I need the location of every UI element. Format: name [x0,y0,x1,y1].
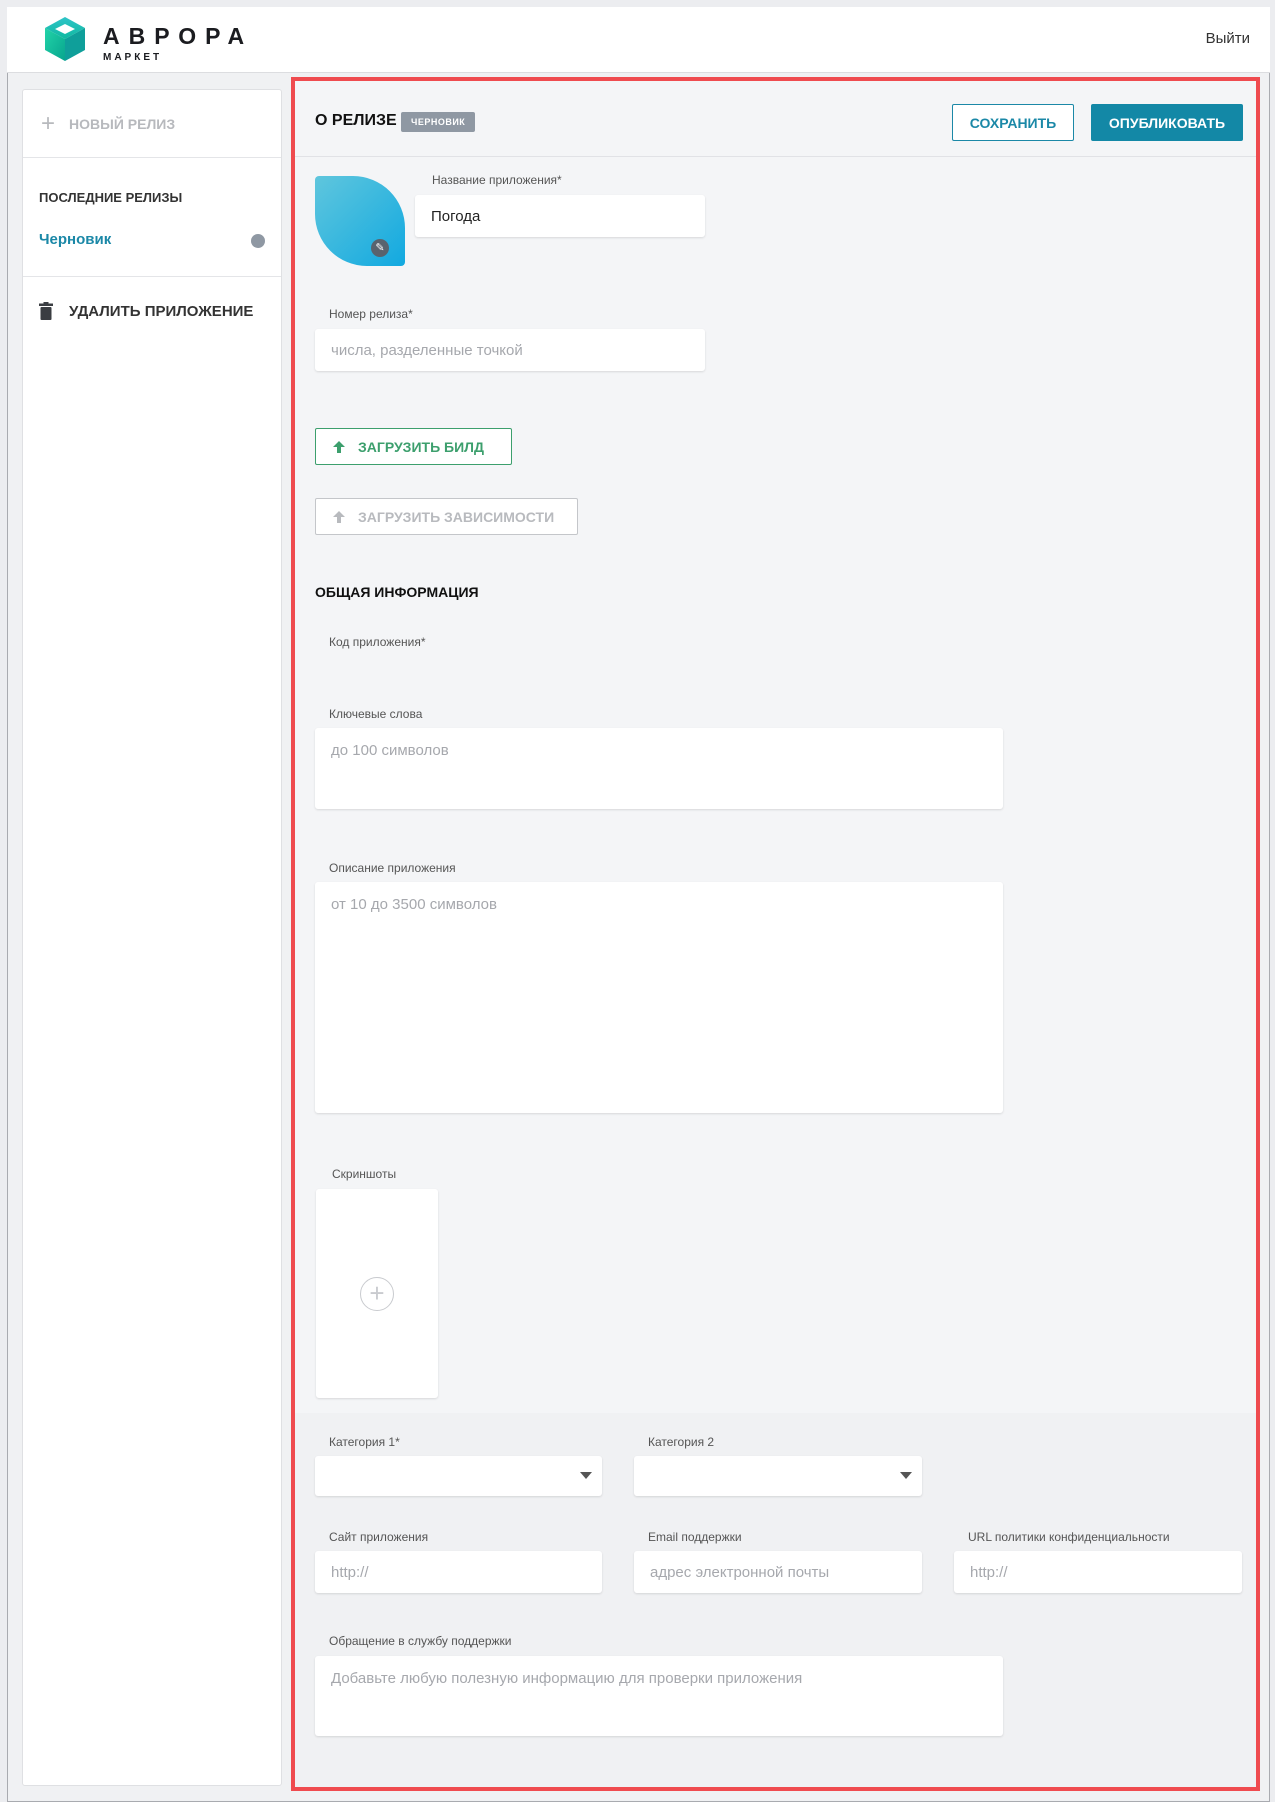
site-field[interactable] [315,1551,602,1593]
keywords-label: Ключевые слова [329,707,423,721]
status-badge: ЧЕРНОВИК [401,112,476,132]
app-name-field[interactable] [415,195,705,237]
release-number-label: Номер релиза* [329,307,413,321]
logout-link[interactable]: Выйти [1206,30,1250,47]
page-title: О РЕЛИЗЕ [315,112,397,129]
chevron-down-icon [580,1472,592,1479]
trash-icon [39,302,53,320]
plus-circle-icon: + [360,1277,394,1311]
save-button[interactable]: СОХРАНИТЬ [952,104,1074,141]
app-name-label: Название приложения* [432,173,562,187]
category2-select[interactable] [634,1456,922,1496]
recent-releases-title: ПОСЛЕДНИЕ РЕЛИЗЫ [39,190,183,205]
logo[interactable]: АВРОРА МАРКЕТ [41,13,251,71]
general-info-title: ОБЩАЯ ИНФОРМАЦИЯ [315,584,479,600]
keywords-field[interactable] [315,728,1003,809]
chevron-down-icon [900,1472,912,1479]
app-icon-upload[interactable]: ✎ [315,176,405,266]
arrow-up-icon [333,440,345,453]
category2-label: Категория 2 [648,1435,715,1449]
release-form-content: О РЕЛИЗЕ ЧЕРНОВИК СОХРАНИТЬ ОПУБЛИКОВАТЬ… [295,81,1256,1787]
release-header: О РЕЛИЗЕ ЧЕРНОВИК СОХРАНИТЬ ОПУБЛИКОВАТЬ [295,81,1256,157]
pencil-icon: ✎ [371,239,389,257]
add-screenshot-button[interactable]: + [316,1189,438,1398]
new-release-button[interactable]: + НОВЫЙ РЕЛИЗ [23,90,281,158]
screenshots-label: Скриншоты [332,1167,397,1181]
support-request-field[interactable] [315,1656,1003,1736]
category1-label: Категория 1* [329,1435,400,1449]
sidebar-divider [23,276,281,277]
support-request-label: Обращение в службу поддержки [329,1634,512,1648]
publish-button[interactable]: ОПУБЛИКОВАТЬ [1091,104,1243,141]
brand-name: АВРОРА [103,23,254,49]
sidebar: + НОВЫЙ РЕЛИЗ ПОСЛЕДНИЕ РЕЛИЗЫ Черновик … [22,89,282,1786]
email-field[interactable] [634,1551,922,1593]
email-label: Email поддержки [648,1530,742,1544]
arrow-up-icon [333,510,345,523]
release-number-field[interactable] [315,329,705,371]
delete-app-button[interactable]: УДАЛИТЬ ПРИЛОЖЕНИЕ [39,302,253,320]
delete-app-label: УДАЛИТЬ ПРИЛОЖЕНИЕ [69,302,254,320]
app-code-label: Код приложения* [329,635,426,649]
upload-build-button[interactable]: ЗАГРУЗИТЬ БИЛД [315,428,512,465]
privacy-url-field[interactable] [954,1551,1242,1593]
upload-dependencies-button[interactable]: ЗАГРУЗИТЬ ЗАВИСИМОСТИ [315,498,578,535]
description-field[interactable] [315,882,1003,1113]
plus-icon: + [41,109,56,137]
description-label: Описание приложения [329,861,456,875]
new-release-label: НОВЫЙ РЕЛИЗ [69,115,176,132]
draft-status-dot [251,234,265,248]
top-bar: АВРОРА МАРКЕТ Выйти [7,7,1270,73]
upload-build-label: ЗАГРУЗИТЬ БИЛД [358,438,484,455]
logo-cube-icon [45,17,85,61]
category1-select[interactable] [315,1456,602,1496]
privacy-url-label: URL политики конфиденциальности [968,1530,1170,1544]
site-label: Сайт приложения [329,1530,429,1544]
brand-subtitle: МАРКЕТ [103,52,163,63]
upload-dependencies-label: ЗАГРУЗИТЬ ЗАВИСИМОСТИ [358,508,555,525]
sidebar-item-draft[interactable]: Черновик [39,231,111,248]
release-form-panel: О РЕЛИЗЕ ЧЕРНОВИК СОХРАНИТЬ ОПУБЛИКОВАТЬ… [291,77,1260,1791]
